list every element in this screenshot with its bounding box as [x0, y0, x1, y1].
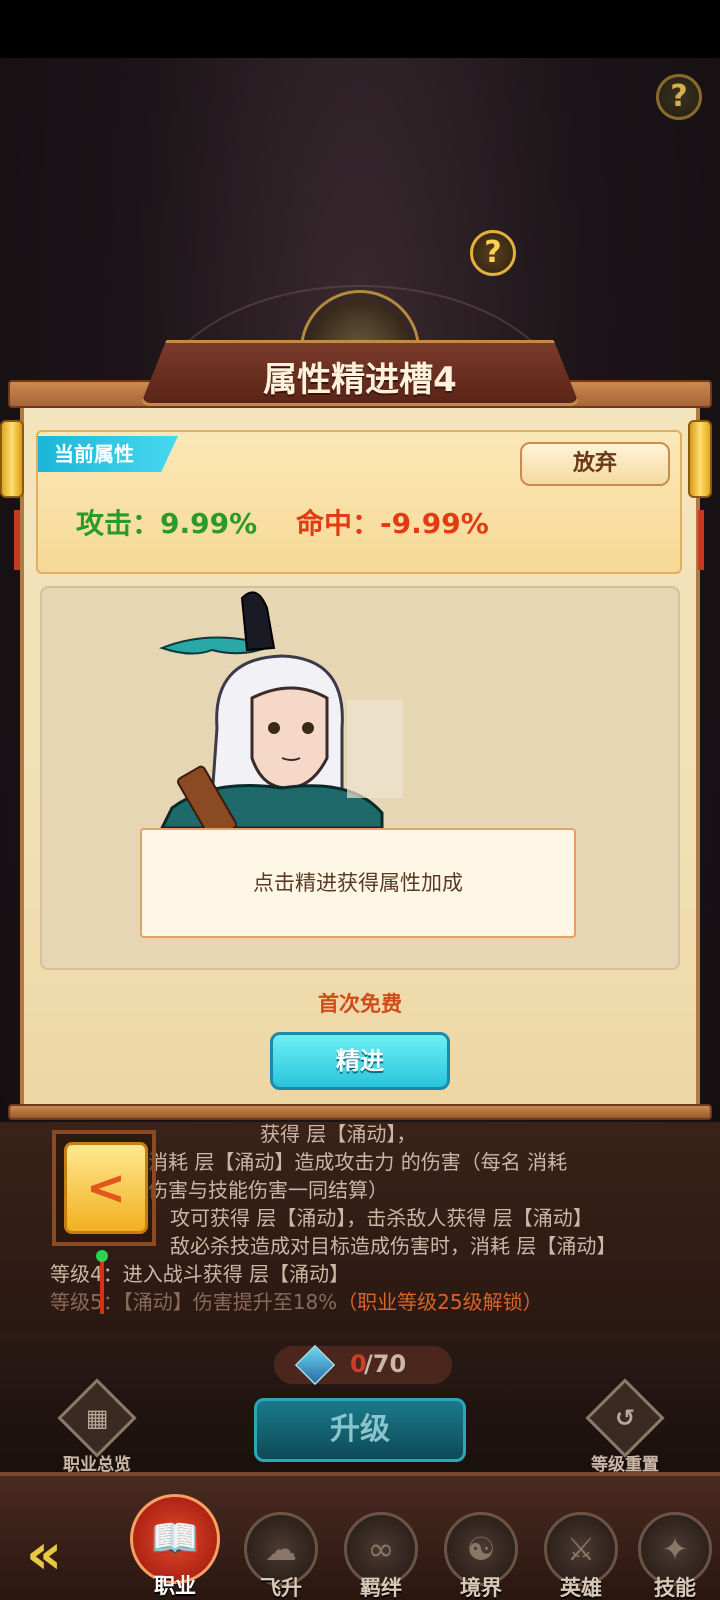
skill-line: 敌必杀技造成对目标造成伤害时，消耗 层【涌动】 [170, 1234, 617, 1258]
grid-icon: ▦ [57, 1378, 137, 1458]
help-icon-dialog[interactable]: ? [470, 230, 516, 276]
nav-label: 飞升 [260, 1576, 302, 1600]
skill-line: 获得 层【涌动】， [260, 1122, 417, 1146]
upgrade-button[interactable]: 升级 [254, 1398, 466, 1462]
nav-label: 英雄 [560, 1576, 602, 1600]
skill-line-locked-text: 等级5：【涌动】伤害提升至18% [50, 1290, 338, 1314]
scroll-ribbon-left [14, 510, 20, 570]
scroll-knob-left [0, 420, 24, 498]
nav-tab-ascend[interactable]: ☁ 飞升 [236, 1512, 326, 1600]
abandon-button[interactable]: 放弃 [520, 442, 670, 486]
nav-tab-bond[interactable]: ∞ 羁绊 [336, 1512, 426, 1600]
nav-tab-skill[interactable]: ✦ 技能 [630, 1512, 720, 1600]
currency-total: /70 [364, 1350, 407, 1378]
skill-line-locked: 等级5：【涌动】伤害提升至18%（职业等级25级解锁） [50, 1286, 543, 1315]
progress-marker-dot [96, 1250, 108, 1262]
nav-label: 技能 [654, 1576, 696, 1600]
back-button[interactable]: < [64, 1142, 148, 1234]
nav-tab-career[interactable]: 📖 职业 [130, 1494, 220, 1600]
reset-clock-icon: ↺ [585, 1378, 665, 1458]
nav-label: 职业 [154, 1574, 196, 1598]
scroll-knob-right [688, 420, 712, 498]
first-free-label: 首次免费 [318, 992, 402, 1016]
progress-marker-line [100, 1256, 104, 1314]
nav-label: 羁绊 [360, 1576, 402, 1600]
nav-tab-hero[interactable]: ⚔ 英雄 [536, 1512, 626, 1600]
dialog-bottom-rod [8, 1104, 712, 1120]
refine-button[interactable]: 精进 [270, 1032, 450, 1090]
status-bar [0, 0, 720, 58]
refine-hint-box: 点击精进获得属性加成 [140, 828, 576, 938]
skill-line: 等级4：进入战斗获得 层【涌动】 [50, 1262, 350, 1286]
scroll-ribbon-right [698, 510, 704, 570]
nav-back-arrow-icon[interactable]: « [26, 1520, 96, 1590]
skill-line: 攻可获得 层【涌动】，击杀敌人获得 层【涌动】 [170, 1206, 593, 1230]
hit-stat: 命中：-9.99% [296, 507, 489, 540]
level-reset-button[interactable]: ↺ 等级重置 [570, 1378, 680, 1475]
skill-line: 消耗 层【涌动】造成攻击力 的伤害（每名 消耗 [148, 1150, 568, 1174]
career-overview-button[interactable]: ▦ 职业总览 [42, 1378, 152, 1475]
nav-tab-realm[interactable]: ☯ 境界 [436, 1512, 526, 1600]
dialog-title: 属性精进槽4 [263, 360, 457, 400]
skill-unlock-note: （职业等级25级解锁） [337, 1290, 543, 1314]
current-attribute-tag: 当前属性 [38, 436, 178, 472]
skill-line: 伤害与技能伤害一同结算） [148, 1178, 388, 1202]
attack-stat: 攻击：9.99% [76, 507, 258, 540]
help-icon-top[interactable]: ? [656, 74, 702, 120]
nav-label: 境界 [460, 1576, 502, 1600]
